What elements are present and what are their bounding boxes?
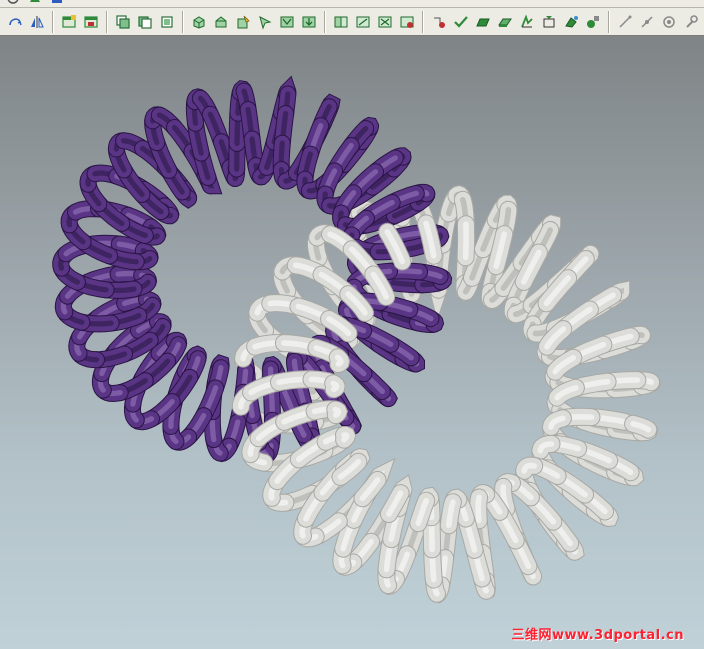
toolbar-separator xyxy=(52,10,54,33)
edit-solid-icon[interactable] xyxy=(233,12,253,32)
scene-canvas[interactable] xyxy=(0,36,704,649)
coil-wire-highlight xyxy=(462,221,469,261)
toolbar-separator xyxy=(182,10,184,33)
upper-tool-icon[interactable] xyxy=(25,0,45,2)
revolve-surface-icon[interactable] xyxy=(517,12,537,32)
toolbar-separator xyxy=(608,10,610,33)
union-icon[interactable] xyxy=(331,12,351,32)
analysis-tools-group xyxy=(612,8,704,35)
cad-application-window: 三维网www.3dportal.cn xyxy=(0,0,704,649)
coil-wire-highlight xyxy=(341,432,350,443)
separate-icon[interactable] xyxy=(397,12,417,32)
upper-tool-icon[interactable] xyxy=(3,0,23,4)
toolbar-upper-group xyxy=(0,0,70,7)
main-toolbar xyxy=(0,8,704,36)
sweep-surface-icon[interactable] xyxy=(495,12,515,32)
new-window-icon[interactable] xyxy=(59,12,79,32)
watermark-text: 三维网www.3dportal.cn xyxy=(511,628,684,643)
solid-tools-group xyxy=(186,8,322,35)
coil-wire-highlight xyxy=(334,354,344,367)
loft-surface-icon[interactable] xyxy=(473,12,493,32)
boolean-tools-group xyxy=(328,8,420,35)
overlap-layer-icon[interactable] xyxy=(135,12,155,32)
blend-surface-icon[interactable] xyxy=(561,12,581,32)
check-surface-icon[interactable] xyxy=(451,12,471,32)
point-surface-icon[interactable] xyxy=(429,12,449,32)
toolbar-separator xyxy=(324,10,326,33)
box-solid-icon[interactable] xyxy=(189,12,209,32)
layer-tools-group xyxy=(110,8,180,35)
subtract-icon[interactable] xyxy=(353,12,373,32)
surface-tools-group xyxy=(426,8,606,35)
mirror-icon[interactable] xyxy=(27,12,47,32)
toolbar-separator xyxy=(422,10,424,33)
coil-wire-highlight xyxy=(475,494,482,524)
cut-solid-icon[interactable] xyxy=(211,12,231,32)
extract-solid-icon[interactable] xyxy=(299,12,319,32)
angle-measure-icon[interactable] xyxy=(637,12,657,32)
line-measure-icon[interactable] xyxy=(615,12,635,32)
transform-tools-group xyxy=(2,8,50,35)
window-tools-group xyxy=(56,8,104,35)
rotate-arc-icon[interactable] xyxy=(5,12,25,32)
coil-wire-highlight xyxy=(332,406,342,418)
single-layer-icon[interactable] xyxy=(157,12,177,32)
arrow-solid-icon[interactable] xyxy=(255,12,275,32)
3d-viewport[interactable]: 三维网www.3dportal.cn xyxy=(0,36,704,649)
intersect-icon[interactable] xyxy=(375,12,395,32)
shell-solid-icon[interactable] xyxy=(277,12,297,32)
toolbar-separator xyxy=(106,10,108,33)
circle-measure-icon[interactable] xyxy=(659,12,679,32)
stack-layer-icon[interactable] xyxy=(113,12,133,32)
offset-surface-icon[interactable] xyxy=(539,12,559,32)
upper-tool-icon[interactable] xyxy=(47,0,67,3)
coil-wire-highlight xyxy=(330,380,340,393)
save-view-icon[interactable] xyxy=(81,12,101,32)
wrench-icon[interactable] xyxy=(681,12,701,32)
trim-surface-icon[interactable] xyxy=(583,12,603,32)
toolbar-row-upper xyxy=(0,0,704,8)
